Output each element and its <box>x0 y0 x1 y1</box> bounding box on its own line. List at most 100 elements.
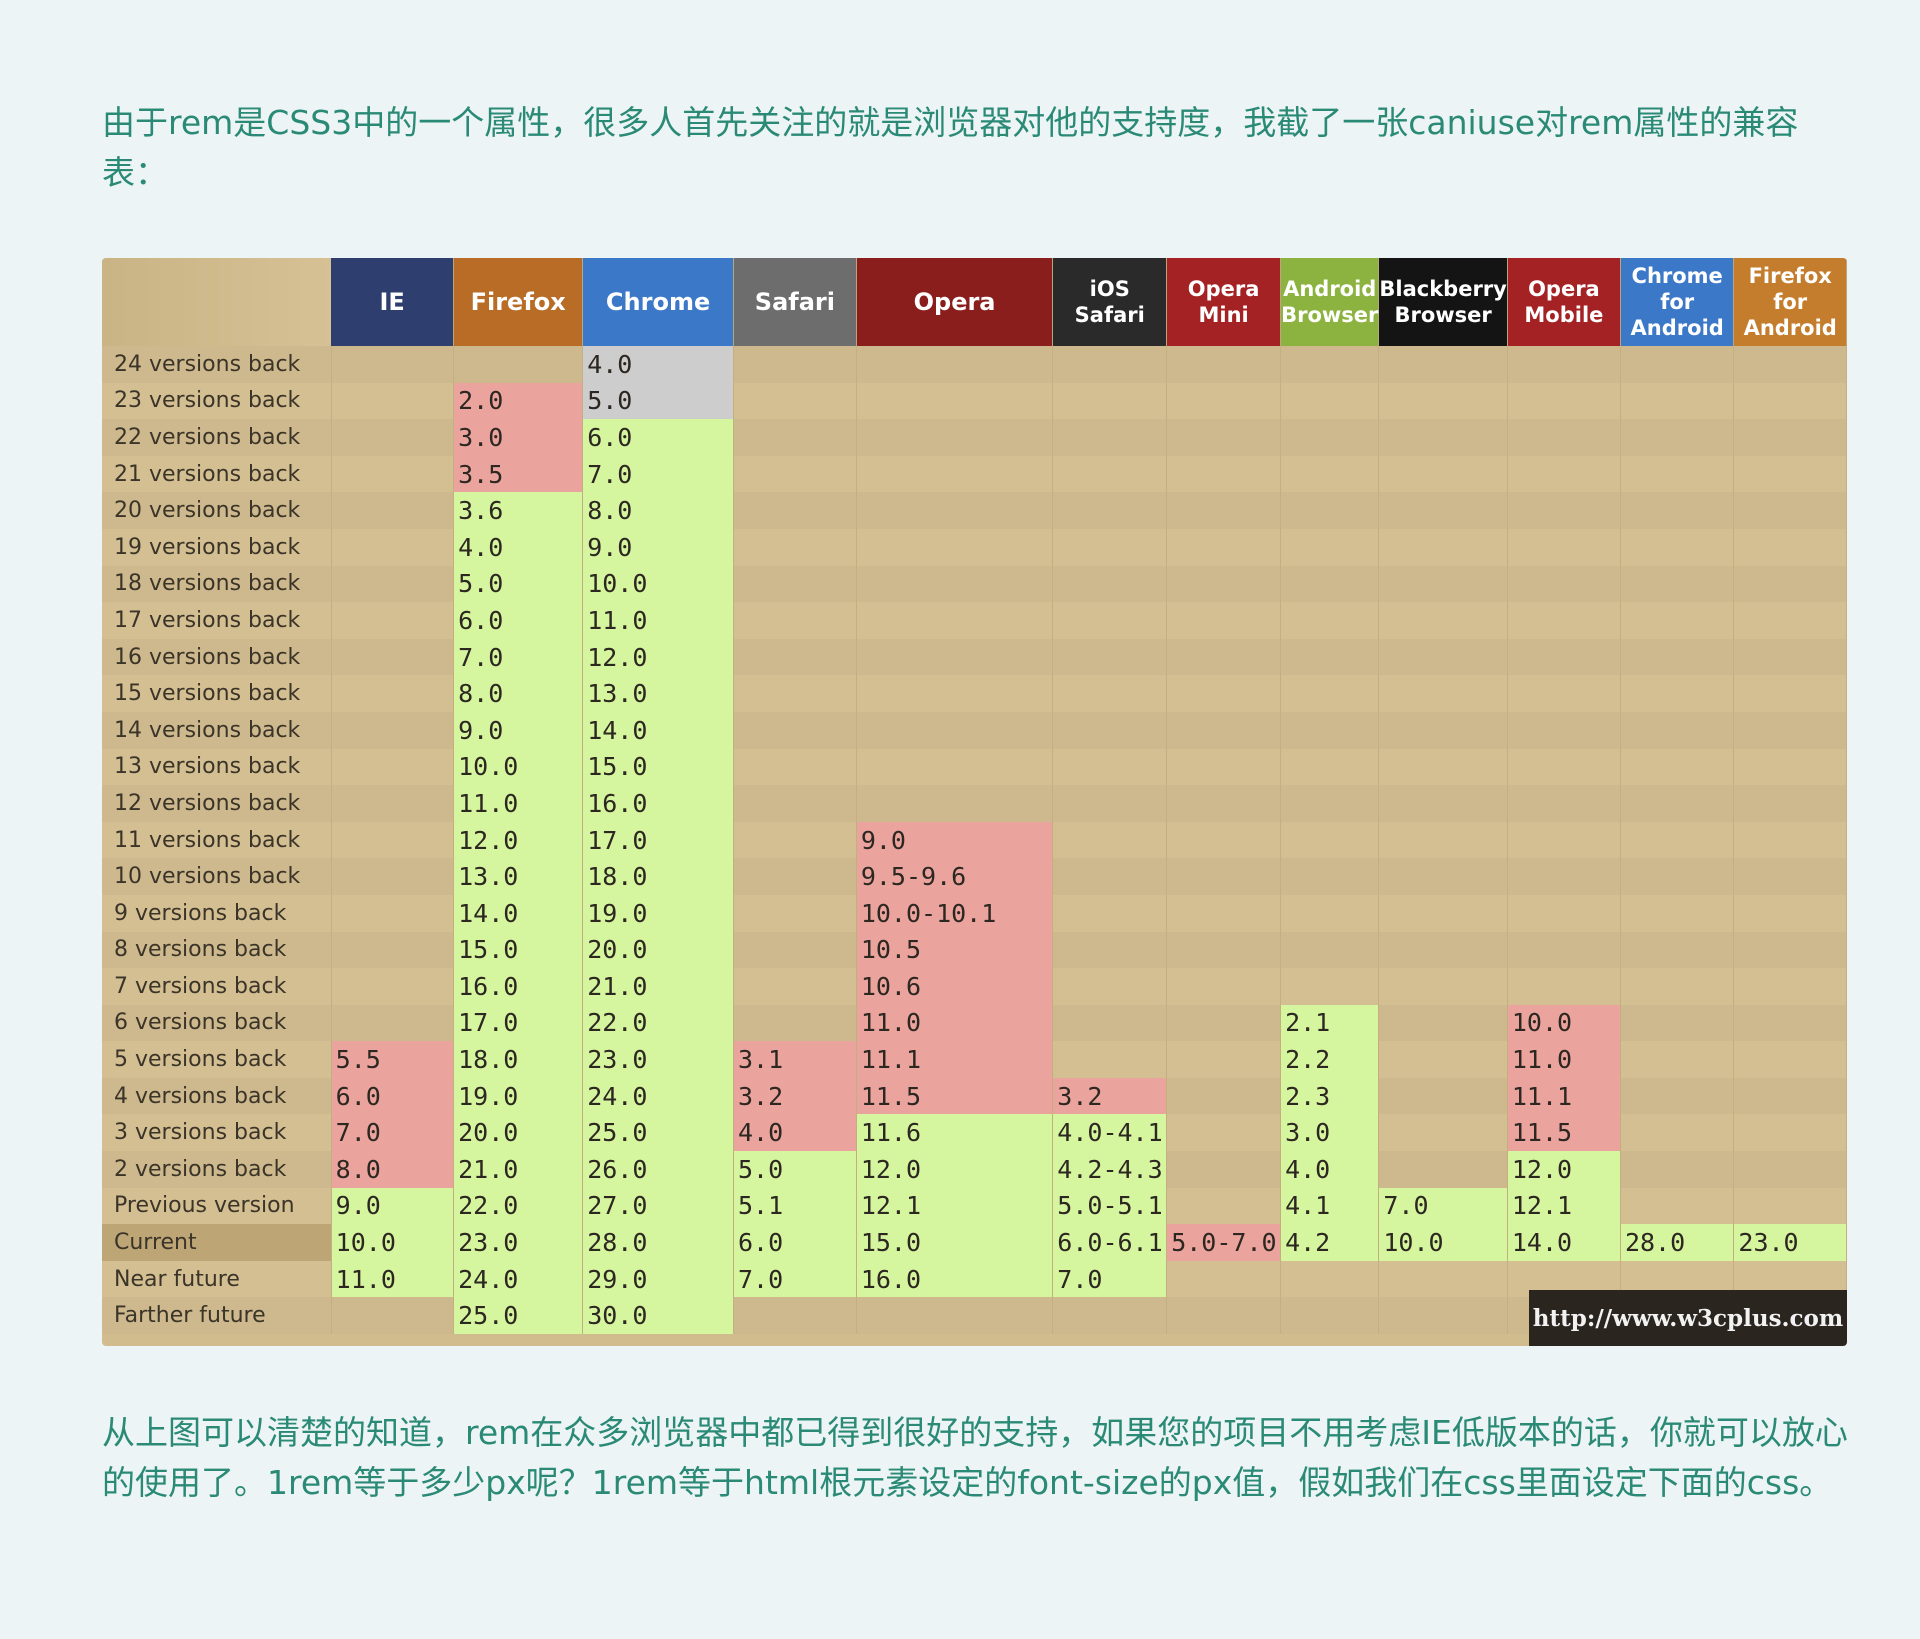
empty-cell <box>1166 1297 1282 1335</box>
empty-cell <box>1166 565 1282 603</box>
empty-cell <box>1280 785 1380 822</box>
empty-cell <box>1733 711 1847 749</box>
empty-cell <box>1280 346 1380 383</box>
empty-cell <box>1052 711 1168 749</box>
empty-cell <box>1166 821 1282 859</box>
empty-cell <box>1378 1077 1508 1115</box>
compatibility-table: IE Firefox Chrome Safari Opera iOS Safari Opera… <box>102 258 1847 1335</box>
browser-header-row: IE Firefox Chrome Safari Opera iOS Safari Opera… <box>102 258 1847 346</box>
empty-cell <box>1280 894 1380 932</box>
version-row-label: 13 versions back <box>102 748 332 786</box>
empty-cell <box>1507 785 1621 822</box>
empty-cell <box>1166 1260 1282 1298</box>
empty-cell <box>733 968 857 1005</box>
empty-cell <box>1166 968 1282 1005</box>
version-cell: 19.0 <box>453 1077 584 1115</box>
browser-header: iOS Safari <box>1052 258 1168 346</box>
version-cell: 18.0 <box>582 858 734 895</box>
empty-cell <box>1166 1114 1282 1152</box>
empty-cell <box>1378 492 1508 529</box>
empty-cell <box>1052 638 1168 676</box>
empty-cell <box>331 748 455 786</box>
version-cell: 14.0 <box>582 711 734 749</box>
empty-cell <box>1507 602 1621 639</box>
version-cell: 20.0 <box>453 1114 584 1152</box>
version-cell: 24.0 <box>582 1077 734 1115</box>
version-cell: 8.0 <box>331 1151 455 1188</box>
empty-cell <box>1280 1297 1380 1335</box>
empty-cell <box>1733 602 1847 639</box>
empty-cell <box>1166 931 1282 969</box>
empty-cell <box>331 602 455 639</box>
version-row-label: 17 versions back <box>102 602 332 639</box>
version-cell: 15.0 <box>856 1224 1054 1261</box>
empty-cell <box>1280 419 1380 456</box>
empty-cell <box>1507 565 1621 603</box>
version-cell: 21.0 <box>582 968 734 1005</box>
empty-cell <box>733 638 857 676</box>
version-cell: 21.0 <box>453 1151 584 1188</box>
version-cell: 2.1 <box>1280 1004 1380 1042</box>
version-row: 8 versions back 15.0 20.0 10.5 <box>102 931 1847 969</box>
version-row: 7 versions back 16.0 21.0 10.6 <box>102 968 1847 1005</box>
version-row-label: 24 versions back <box>102 346 332 383</box>
empty-cell <box>1733 638 1847 676</box>
empty-cell <box>1052 785 1168 822</box>
version-cell: 11.0 <box>582 602 734 639</box>
version-row: 6 versions back 17.0 22.0 11.0 2.1 10.0 <box>102 1004 1847 1042</box>
empty-cell <box>1166 346 1282 383</box>
empty-cell <box>856 748 1054 786</box>
version-cell: 10.5 <box>856 931 1054 969</box>
empty-cell <box>1052 455 1168 493</box>
empty-cell <box>1378 785 1508 822</box>
version-cell: 4.0-4.1 <box>1052 1114 1168 1152</box>
empty-cell <box>331 894 455 932</box>
version-cell: 9.0 <box>582 528 734 566</box>
empty-cell <box>1620 675 1735 712</box>
empty-cell <box>331 455 455 493</box>
version-row: 13 versions back 10.0 15.0 <box>102 748 1847 786</box>
empty-cell <box>1507 968 1621 1005</box>
empty-cell <box>1378 931 1508 969</box>
empty-cell <box>1620 1077 1735 1115</box>
version-row: 11 versions back 12.0 17.0 9.0 <box>102 821 1847 859</box>
empty-cell <box>1166 785 1282 822</box>
empty-cell <box>1280 528 1380 566</box>
version-row-label: 22 versions back <box>102 419 332 456</box>
empty-cell <box>1620 748 1735 786</box>
version-cell: 30.0 <box>582 1297 734 1335</box>
empty-cell <box>1620 1187 1735 1225</box>
version-cell: 9.5-9.6 <box>856 858 1054 895</box>
empty-cell <box>1620 419 1735 456</box>
empty-cell <box>733 1004 857 1042</box>
empty-cell <box>1620 1041 1735 1078</box>
header-corner <box>102 258 332 346</box>
version-row: 9 versions back 14.0 19.0 10.0-10.1 <box>102 894 1847 932</box>
version-row: 10 versions back 13.0 18.0 9.5-9.6 <box>102 858 1847 895</box>
version-cell: 6.0 <box>331 1077 455 1115</box>
empty-cell <box>331 1004 455 1042</box>
caniuse-rem-compatibility-figure: IE Firefox Chrome Safari Opera iOS Safari Opera… <box>102 258 1847 1346</box>
empty-cell <box>331 821 455 859</box>
version-cell: 2.2 <box>1280 1041 1380 1078</box>
version-cell: 11.5 <box>1507 1114 1621 1152</box>
empty-cell <box>1378 1041 1508 1078</box>
empty-cell <box>1052 1004 1168 1042</box>
version-cell: 16.0 <box>856 1260 1054 1298</box>
empty-cell <box>1166 1077 1282 1115</box>
empty-cell <box>1620 968 1735 1005</box>
version-cell: 11.0 <box>453 785 584 822</box>
empty-cell <box>1052 346 1168 383</box>
version-cell: 23.0 <box>453 1224 584 1261</box>
empty-cell <box>1733 968 1847 1005</box>
empty-cell <box>1378 675 1508 712</box>
empty-cell <box>733 419 857 456</box>
empty-cell <box>733 894 857 932</box>
version-cell: 7.0 <box>1052 1260 1168 1298</box>
empty-cell <box>1733 931 1847 969</box>
version-row-label: 3 versions back <box>102 1114 332 1152</box>
empty-cell <box>1378 1004 1508 1042</box>
empty-cell <box>1052 858 1168 895</box>
empty-cell <box>331 785 455 822</box>
version-cell: 7.0 <box>453 638 584 676</box>
